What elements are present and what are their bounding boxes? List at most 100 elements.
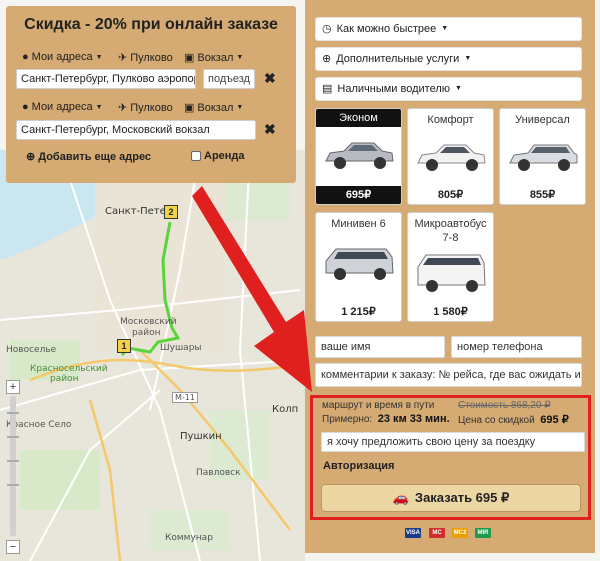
maestro-icon: MC2 bbox=[452, 528, 468, 538]
services-label: Дополнительные услуги bbox=[336, 53, 460, 65]
services-dropdown[interactable]: ⊕ Дополнительные услуги ▼ bbox=[315, 47, 582, 71]
plane-icon: ✈ bbox=[118, 52, 128, 64]
plus-circle-icon: ⊕ bbox=[322, 53, 332, 65]
auth-link[interactable]: Авторизация bbox=[323, 460, 394, 472]
plane-icon: ✈ bbox=[118, 102, 128, 114]
when-dropdown[interactable]: ◷ Как можно быстрее ▼ bbox=[315, 17, 582, 41]
cash-icon: ▤ bbox=[322, 83, 333, 95]
comment-placeholder: комментарии к заказу: № рейса, где вас о… bbox=[321, 369, 581, 381]
zoom-tick bbox=[7, 412, 19, 414]
add-address-button[interactable]: ⊕ Добавить еще адрес bbox=[26, 150, 152, 164]
zoom-tick bbox=[7, 436, 19, 438]
payment-dropdown[interactable]: ▤ Наличными водителю ▼ bbox=[315, 77, 582, 101]
map-label-moskovsky: Московский bbox=[120, 317, 177, 327]
zoom-slider[interactable] bbox=[10, 396, 16, 536]
train-icon: ▣ bbox=[184, 102, 195, 114]
zoom-out-button[interactable]: − bbox=[6, 540, 20, 554]
car-name: Минивен 6 bbox=[331, 218, 386, 230]
station-dropdown-2[interactable]: ▣ Вокзал ▼ bbox=[184, 101, 244, 115]
address-input-to[interactable]: Санкт-Петербург, Московский вокзал bbox=[16, 120, 256, 140]
caret-down-icon: ▼ bbox=[236, 54, 244, 61]
mastercard-icon: MC bbox=[429, 528, 445, 538]
name-input[interactable]: ваше имя bbox=[315, 336, 445, 358]
zoom-tick bbox=[7, 484, 19, 486]
map-label-pavlovsk: Павловск bbox=[196, 468, 241, 478]
route-time-label: маршрут и время в пути bbox=[322, 400, 435, 411]
car-name: Микроавтобус 7-8 bbox=[414, 218, 487, 244]
comment-textarea[interactable]: комментарии к заказу: № рейса, где вас о… bbox=[315, 363, 582, 387]
pulkovo-label: Пулково bbox=[130, 101, 173, 114]
map-label-krasnoselsky: Красносельский bbox=[30, 364, 108, 374]
car-name: Эконом bbox=[316, 109, 401, 127]
station-label: Вокзал bbox=[197, 101, 234, 114]
station-dropdown-1[interactable]: ▣ Вокзал ▼ bbox=[184, 51, 244, 65]
phone-input[interactable]: номер телефона bbox=[451, 336, 582, 358]
map-label-rayon: район bbox=[132, 328, 161, 338]
app-root: Санкт-Петер Московский район Шушары Ново… bbox=[0, 0, 600, 561]
pulkovo-button-2[interactable]: ✈ Пулково bbox=[118, 101, 173, 115]
pin-icon: ● bbox=[22, 51, 29, 63]
map-label-shushary: Шушары bbox=[160, 343, 202, 353]
map-label-kommunar: Коммунар bbox=[165, 533, 213, 543]
discount-label: Цена со скидкой bbox=[458, 415, 535, 426]
car-price: 855₽ bbox=[529, 189, 556, 201]
discount-title: Скидка - 20% при онлайн заказе bbox=[24, 16, 278, 33]
checkbox-icon[interactable] bbox=[191, 151, 201, 161]
map-label-rayon2: район bbox=[50, 374, 79, 384]
discount-value: 695 ₽ bbox=[540, 414, 569, 426]
car-card-universal[interactable]: Универсал 855₽ bbox=[499, 108, 586, 205]
plus-circle-icon: ⊕ bbox=[26, 151, 36, 163]
approx-value: 23 км 33 мин. bbox=[377, 413, 450, 425]
car-card-microbus[interactable]: Микроавтобус 7-8 1 580₽ bbox=[407, 212, 494, 322]
car-card-economy[interactable]: Эконом 695₽ bbox=[315, 108, 402, 205]
caret-down-icon: ▼ bbox=[95, 53, 103, 61]
address-panel: Скидка - 20% при онлайн заказе ● Мои адр… bbox=[6, 6, 296, 183]
rent-checkbox[interactable]: Аренда bbox=[191, 150, 245, 162]
order-panel: ◷ Как можно быстрее ▼ ⊕ Дополнительные у… bbox=[305, 0, 595, 553]
entrance-input[interactable]: подъезд bbox=[203, 69, 255, 89]
map-label-m11: М-11 bbox=[172, 392, 198, 403]
car-price: 805₽ bbox=[437, 189, 464, 201]
remove-address-icon[interactable]: ✖ bbox=[264, 70, 276, 87]
clock-icon: ◷ bbox=[322, 23, 332, 35]
car-price: 1 215₽ bbox=[341, 306, 376, 318]
zoom-in-button[interactable]: + bbox=[6, 380, 20, 394]
microbus-icon bbox=[417, 254, 486, 292]
pulkovo-button-1[interactable]: ✈ Пулково bbox=[118, 51, 173, 65]
zoom-tick bbox=[7, 460, 19, 462]
car-name: Комфорт bbox=[427, 114, 474, 126]
caret-down-icon: ▼ bbox=[236, 104, 244, 111]
car-card-minivan[interactable]: Минивен 6 1 215₽ bbox=[315, 212, 402, 322]
visa-icon: VISA bbox=[405, 528, 421, 538]
car-card-comfort[interactable]: Комфорт 805₽ bbox=[407, 108, 494, 205]
marker-b[interactable]: 2 bbox=[164, 205, 178, 219]
car-name: Универсал bbox=[515, 114, 570, 126]
pin-icon: ● bbox=[22, 101, 29, 113]
my-addresses-dropdown-2[interactable]: ● Мои адреса ▼ bbox=[22, 101, 103, 113]
my-addresses-dropdown-1[interactable]: ● Мои адреса ▼ bbox=[22, 51, 103, 63]
caret-down-icon: ▼ bbox=[455, 85, 462, 92]
sedan-icon bbox=[324, 142, 394, 169]
order-button[interactable]: 🚗 Заказать 695 ₽ bbox=[321, 484, 581, 512]
payment-label: Наличными водителю bbox=[337, 83, 451, 95]
wagon-icon bbox=[508, 144, 577, 171]
order-summary-box: маршрут и время в пути Стоимость 868,20 … bbox=[310, 395, 591, 520]
rent-label: Аренда bbox=[204, 150, 245, 162]
marker-a[interactable]: 1 bbox=[117, 339, 131, 353]
add-address-label: Добавить еще адрес bbox=[38, 150, 152, 163]
map-label-spb: Санкт-Петер bbox=[105, 206, 173, 217]
car-price: 695₽ bbox=[316, 186, 401, 204]
own-price-input[interactable]: я хочу предложить свою цену за поездку bbox=[321, 432, 585, 452]
remove-address-icon[interactable]: ✖ bbox=[264, 121, 276, 138]
cost-label: Стоимость 868,20 ₽ bbox=[458, 400, 551, 411]
caret-down-icon: ▼ bbox=[95, 103, 103, 111]
station-label: Вокзал bbox=[197, 51, 234, 64]
approx-label: Примерно: bbox=[322, 414, 373, 425]
caret-down-icon: ▼ bbox=[464, 55, 472, 62]
map-label-pushkin: Пушкин bbox=[180, 431, 222, 442]
mir-icon: MIR bbox=[475, 528, 491, 538]
car-icon: 🚗 bbox=[392, 490, 409, 505]
route-map[interactable]: Санкт-Петер Московский район Шушары Ново… bbox=[0, 150, 305, 561]
my-addresses-label: Мои адреса bbox=[31, 51, 93, 63]
address-input-from[interactable]: Санкт-Петербург, Пулково аэропорт bbox=[16, 69, 196, 89]
